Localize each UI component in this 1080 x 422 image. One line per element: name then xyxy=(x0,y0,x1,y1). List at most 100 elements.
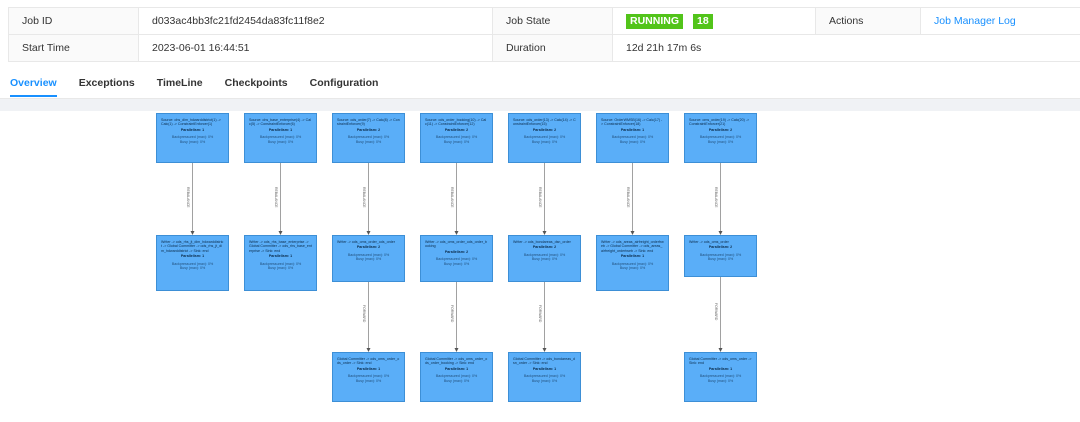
duration-label: Duration xyxy=(492,34,613,62)
node-parallelism: Parallelism: 2 xyxy=(708,127,733,132)
tab-configuration[interactable]: Configuration xyxy=(310,77,379,99)
node-busy: Busy (max): 0% xyxy=(707,378,734,383)
node-parallelism: Parallelism: 1 xyxy=(180,127,205,132)
node-busy: Busy (max): 0% xyxy=(619,139,646,144)
graph-node[interactable]: Source: ohs_dim_hdwarddistrict(1) -> Cal… xyxy=(156,113,229,163)
node-parallelism: Parallelism: 2 xyxy=(444,249,469,254)
graph-node[interactable]: Writer -> ods_rhs_jt_dim_hdwarddistrict … xyxy=(156,235,229,291)
node-parallelism: Parallelism: 1 xyxy=(620,127,645,132)
graph-node[interactable]: Source: oms_order(19) -> Calc(20) -> Con… xyxy=(684,113,757,163)
node-parallelism: Parallelism: 2 xyxy=(444,127,469,132)
edge-label: REBALANCE xyxy=(537,187,542,208)
job-state-badge: RUNNING xyxy=(626,13,683,29)
node-description: Writer -> ods_areas_airfreight_orderfrwe… xyxy=(601,240,664,253)
edge-label: FORWARD xyxy=(361,305,366,323)
edge-label: REBALANCE xyxy=(361,187,366,208)
node-description: Writer -> ods_oms_order_ods_order_bookin… xyxy=(425,240,487,249)
edge-label: REBALANCE xyxy=(625,187,630,208)
node-description: Source: ohs_base_enterprise(4) -> Calc(5… xyxy=(249,118,312,127)
graph-node[interactable]: Source: ods_order_booking(10) -> Calc(11… xyxy=(420,113,493,163)
job-id-label: Job ID xyxy=(8,7,139,35)
node-busy: Busy (max): 0% xyxy=(355,257,382,262)
node-parallelism: Parallelism: 2 xyxy=(356,127,381,132)
node-description: Global Committer -> ods_oms_order_ods_or… xyxy=(337,357,400,366)
start-time-label: Start Time xyxy=(8,34,139,62)
graph-node[interactable]: Source: ods_order(13) -> Calc(14) -> Con… xyxy=(508,113,581,163)
node-parallelism: Parallelism: 1 xyxy=(356,366,381,371)
job-graph-canvas[interactable]: Source: ohs_dim_hdwarddistrict(1) -> Cal… xyxy=(5,111,1080,422)
graph-node[interactable]: Writer -> ods_bondareas_dsn_order Paralle… xyxy=(508,235,581,282)
node-busy: Busy (max): 0% xyxy=(179,139,206,144)
graph-node[interactable]: Source: ohs_base_enterprise(4) -> Calc(5… xyxy=(244,113,317,163)
node-description: Global Committer -> ods_oms_order_ods_or… xyxy=(425,357,488,366)
graph-node[interactable]: Global Committer -> ods_oms_order -> Sin… xyxy=(684,352,757,402)
tab-timeline[interactable]: TimeLine xyxy=(157,77,203,99)
edge-label: FORWARD xyxy=(449,305,454,323)
graph-node[interactable]: Writer -> ods_oms_order Parallelism: 2 Bac… xyxy=(684,235,757,277)
graph-node[interactable]: Global Committer -> ods_oms_order_ods_or… xyxy=(332,352,405,402)
node-parallelism: Parallelism: 2 xyxy=(356,245,381,250)
graph-node[interactable]: Global Committer -> ods_bondareas_dsn_or… xyxy=(508,352,581,402)
node-description: Global Committer -> ods_bondareas_dsn_or… xyxy=(513,357,576,366)
node-description: Source: OrderWMSB(16) -> Calc(17) -> Con… xyxy=(601,118,663,127)
graph-toolbar-strip xyxy=(0,99,1080,111)
node-busy: Busy (max): 0% xyxy=(443,261,470,266)
edge-label: FORWARD xyxy=(713,302,718,320)
job-id-value: d033ac4bb3fc21fd2454da83fc11f8e2 xyxy=(138,7,493,35)
node-description: Source: ohs_dim_hdwarddistrict(1) -> Cal… xyxy=(161,118,221,127)
node-busy: Busy (max): 0% xyxy=(531,139,558,144)
duration-value: 12d 21h 17m 6s xyxy=(612,34,1080,62)
node-description: Source: ods_order(7) -> Calc(8) -> Const… xyxy=(337,118,400,127)
graph-node[interactable]: Writer -> ods_areas_airfreight_orderfrwe… xyxy=(596,235,669,291)
node-parallelism: Parallelism: 1 xyxy=(444,366,469,371)
graph-node[interactable]: Writer -> ods_rhs_base_enterprise -> Glo… xyxy=(244,235,317,291)
graph-node[interactable]: Source: ods_order(7) -> Calc(8) -> Const… xyxy=(332,113,405,163)
graph-node[interactable]: Writer -> ods_oms_order_ods_order Paralle… xyxy=(332,235,405,282)
edge-label: REBALANCE xyxy=(449,187,454,208)
tab-exceptions[interactable]: Exceptions xyxy=(79,77,135,99)
node-parallelism: Parallelism: 1 xyxy=(708,366,733,371)
job-info-row: Start Time 2023-06-01 16:44:51 Duration … xyxy=(8,34,1080,62)
node-busy: Busy (max): 0% xyxy=(531,378,558,383)
node-parallelism: Parallelism: 1 xyxy=(532,366,557,371)
node-busy: Busy (max): 0% xyxy=(707,257,734,262)
node-parallelism: Parallelism: 1 xyxy=(620,254,645,259)
edge-label: FORWARD xyxy=(537,305,542,323)
node-busy: Busy (max): 0% xyxy=(531,257,558,262)
node-busy: Busy (max): 0% xyxy=(267,139,294,144)
job-info-table: Job ID d033ac4bb3fc21fd2454da83fc11f8e2 … xyxy=(8,7,1080,62)
node-parallelism: Parallelism: 2 xyxy=(532,127,557,132)
node-description: Global Committer -> ods_oms_order -> Sin… xyxy=(689,357,752,366)
node-busy: Busy (max): 0% xyxy=(355,378,382,383)
node-busy: Busy (max): 0% xyxy=(619,266,646,271)
job-state-cell: RUNNING 18 xyxy=(612,7,816,35)
graph-node[interactable]: Source: OrderWMSB(16) -> Calc(17) -> Con… xyxy=(596,113,669,163)
node-parallelism: Parallelism: 2 xyxy=(532,245,557,250)
node-description: Source: ods_order(13) -> Calc(14) -> Con… xyxy=(513,118,576,127)
edge-label: REBALANCE xyxy=(713,187,718,208)
graph-node[interactable]: Global Committer -> ods_oms_order_ods_or… xyxy=(420,352,493,402)
node-busy: Busy (max): 0% xyxy=(179,266,206,271)
node-busy: Busy (max): 0% xyxy=(443,139,470,144)
graph-node[interactable]: Writer -> ods_oms_order_ods_order_bookin… xyxy=(420,235,493,282)
job-state-label: Job State xyxy=(492,7,613,35)
edge-label: REBALANCE xyxy=(185,187,190,208)
tab-checkpoints[interactable]: Checkpoints xyxy=(225,77,288,99)
tab-overview[interactable]: Overview xyxy=(10,77,57,99)
node-busy: Busy (max): 0% xyxy=(267,266,294,271)
node-description: Writer -> ods_bondareas_dsn_order xyxy=(513,240,571,244)
node-parallelism: Parallelism: 1 xyxy=(268,254,293,259)
node-parallelism: Parallelism: 2 xyxy=(708,245,733,250)
node-description: Writer -> ods_oms_order_ods_order xyxy=(337,240,395,244)
node-description: Writer -> ods_oms_order xyxy=(689,240,729,244)
actions-label: Actions xyxy=(815,7,921,35)
edge-label: REBALANCE xyxy=(273,187,278,208)
job-manager-log-link[interactable]: Job Manager Log xyxy=(934,15,1016,27)
node-busy: Busy (max): 0% xyxy=(443,378,470,383)
start-time-value: 2023-06-01 16:44:51 xyxy=(138,34,493,62)
node-parallelism: Parallelism: 1 xyxy=(180,254,205,259)
node-description: Source: oms_order(19) -> Calc(20) -> Con… xyxy=(689,118,750,127)
node-description: Source: ods_order_booking(10) -> Calc(11… xyxy=(425,118,487,127)
job-info-row: Job ID d033ac4bb3fc21fd2454da83fc11f8e2 … xyxy=(8,7,1080,35)
node-description: Writer -> ods_rhs_base_enterprise -> Glo… xyxy=(249,240,312,253)
